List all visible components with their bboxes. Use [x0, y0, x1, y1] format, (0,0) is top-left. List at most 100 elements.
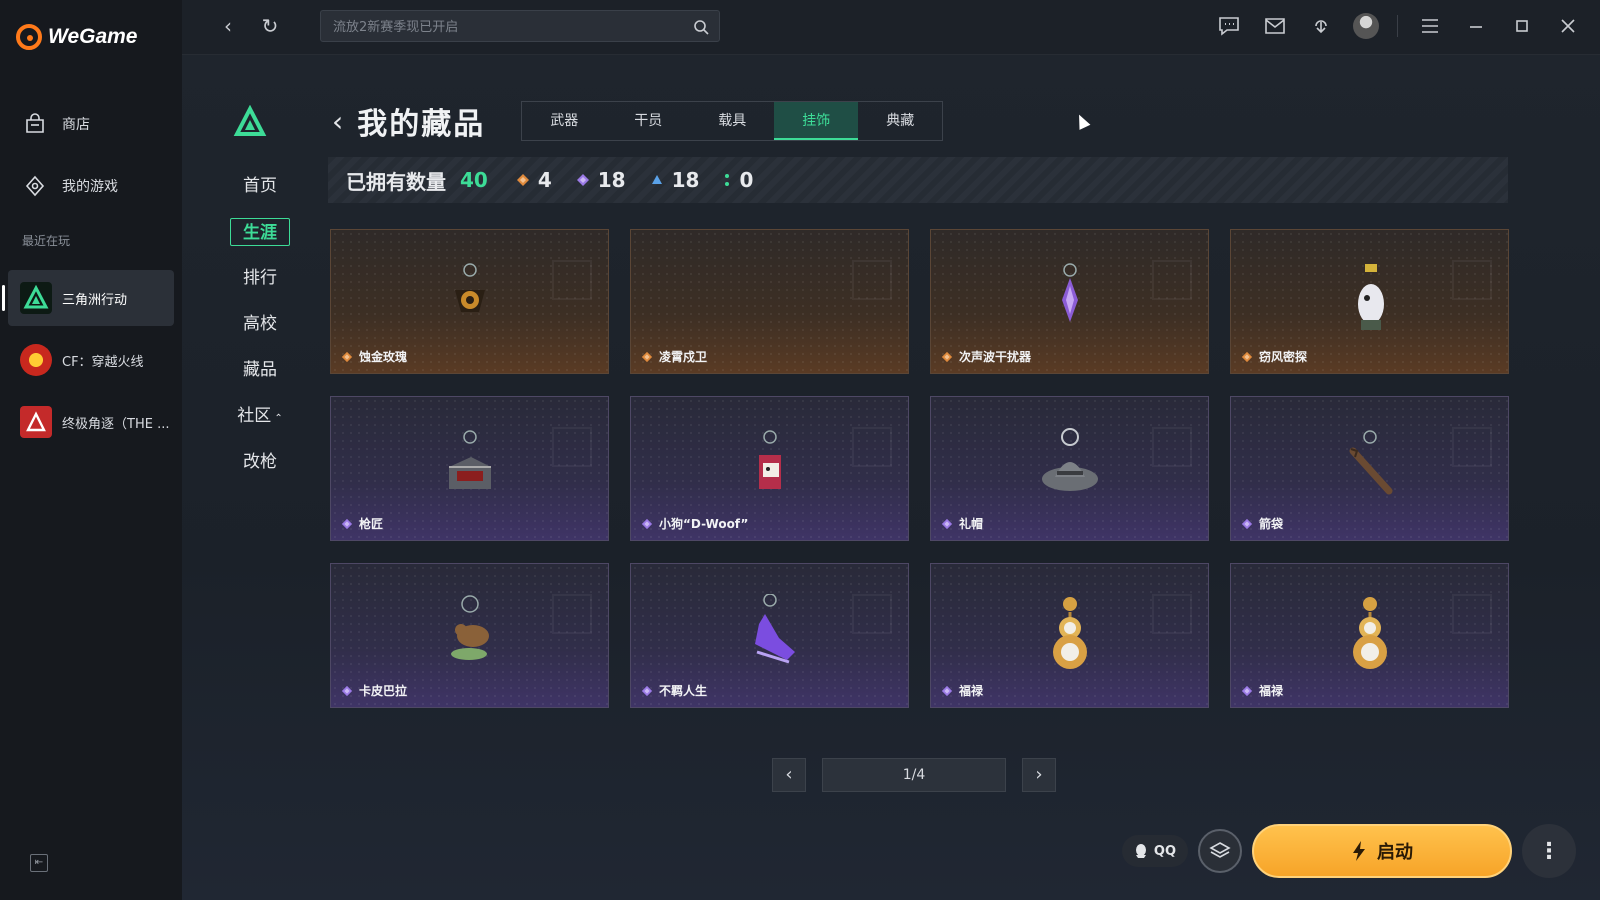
sidebar-item-store[interactable]: 商店 [0, 104, 182, 144]
qq-penguin-icon [1135, 844, 1146, 858]
charm-image [1352, 597, 1387, 669]
prev-page-button[interactable]: ‹ [772, 758, 806, 792]
subnav-home[interactable]: 首页 [230, 163, 290, 209]
collection-card[interactable]: 枪匠 [330, 396, 609, 541]
card-name-row: 箭袋 [1241, 515, 1283, 532]
the-finals-game-icon [20, 406, 52, 438]
collection-card[interactable]: 小狗“D-Woof” [630, 396, 909, 541]
qq-login-button[interactable]: QQ [1121, 835, 1188, 867]
green-rarity-icon [725, 174, 730, 186]
launch-bar: QQ 启动 ⋮ [1121, 824, 1576, 878]
collection-card[interactable]: 次声波干扰器 [930, 229, 1209, 374]
page-back-icon[interactable]: ‹ [332, 105, 343, 138]
card-name-row: 小狗“D-Woof” [641, 515, 748, 532]
chat-icon[interactable] [1215, 12, 1243, 40]
back-arrow-icon[interactable]: ‹ [216, 14, 240, 38]
launch-label: 启动 [1377, 842, 1413, 863]
card-name: 蚀金玫瑰 [359, 350, 408, 364]
owned-count-total: 40 [460, 168, 488, 192]
layers-icon [1209, 842, 1231, 858]
card-name: 福禄 [959, 684, 984, 698]
card-name-row: 蚀金玫瑰 [341, 348, 407, 365]
collection-card[interactable]: 箭袋 [1230, 396, 1509, 541]
collection-card[interactable]: 凌霄戍卫 [630, 229, 909, 374]
subnav-college[interactable]: 高校 [230, 301, 290, 347]
purple-rarity-icon [641, 685, 653, 696]
purple-rarity-icon [941, 685, 953, 696]
tab-charms[interactable]: 挂饰 [774, 102, 859, 140]
tab-vehicles[interactable]: 载具 [690, 102, 774, 140]
collection-card[interactable]: 不羁人生 [630, 563, 909, 708]
collection-card[interactable]: 福禄 [930, 563, 1209, 708]
close-icon[interactable] [1554, 12, 1582, 40]
recent-game-label: 三角洲行动 [62, 292, 128, 308]
collapse-sidebar-button[interactable]: ⇤ [30, 854, 48, 872]
collection-card[interactable]: 卡皮巴拉 [330, 563, 609, 708]
menu-icon[interactable] [1416, 12, 1444, 40]
purple-rarity-icon [641, 518, 653, 529]
subnav-gun-mod[interactable]: 改枪 [230, 439, 290, 485]
subnav-community[interactable]: 社区 ⌃ [230, 393, 290, 439]
sidebar-item-my-games[interactable]: 我的游戏 [0, 166, 182, 206]
recent-game-delta-force[interactable]: 三角洲行动 [2, 270, 174, 326]
card-name-row: 福禄 [1241, 682, 1283, 699]
owned-stats-bar: 已拥有数量 40 4 18 18 0 [328, 157, 1508, 203]
purple-rarity-icon [576, 174, 589, 186]
maximize-icon[interactable] [1508, 12, 1536, 40]
rarity-count-value: 18 [597, 168, 626, 192]
recent-game-the-finals[interactable]: 终极角逐（THE ... [8, 394, 174, 450]
card-name: 不羁人生 [659, 684, 708, 698]
subnav-ranking[interactable]: 排行 [230, 255, 290, 301]
collection-card[interactable]: 福禄 [1230, 563, 1509, 708]
card-name: 礼帽 [959, 517, 984, 531]
download-icon[interactable] [1307, 12, 1335, 40]
subnav-collection[interactable]: 藏品 [230, 347, 290, 393]
charm-image [754, 594, 795, 664]
game-switch-button[interactable] [1198, 829, 1242, 873]
purple-rarity-icon [1241, 518, 1253, 529]
tab-operators[interactable]: 干员 [606, 102, 690, 140]
game-sub-nav: 首页 生涯 排行 高校 藏品 社区 ⌃ 改枪 [230, 104, 310, 485]
card-name: 窃风密探 [1259, 350, 1308, 364]
recent-game-label: CF：穿越火线 [62, 354, 144, 370]
gold-rarity-icon [941, 351, 953, 362]
sidebar-item-label: 商店 [62, 117, 90, 133]
minimize-icon[interactable] [1462, 12, 1490, 40]
lightning-icon [1353, 841, 1365, 861]
main-content: 首页 生涯 排行 高校 藏品 社区 ⌃ 改枪 ‹ 我的藏品 武器 干员 载具 挂… [182, 55, 1600, 900]
charm-image [1041, 428, 1098, 491]
more-options-button[interactable]: ⋮ [1522, 824, 1576, 878]
recent-games-list: 三角洲行动 CF：穿越火线 终极角逐（THE ... [2, 270, 174, 456]
chevron-up-icon: ⌃ [271, 413, 283, 424]
rarity-count-value: 0 [739, 168, 754, 192]
collection-card[interactable]: 蚀金玫瑰 [330, 229, 609, 374]
subnav-career[interactable]: 生涯 [230, 218, 290, 246]
tab-weapons[interactable]: 武器 [522, 102, 606, 140]
card-name-row: 礼帽 [941, 515, 983, 532]
card-name: 枪匠 [359, 517, 384, 531]
collection-card[interactable]: 礼帽 [930, 396, 1209, 541]
refresh-icon[interactable]: ↻ [258, 14, 282, 38]
recent-game-crossfire[interactable]: CF：穿越火线 [8, 332, 174, 388]
card-name: 次声波干扰器 [959, 350, 1032, 364]
search-input[interactable] [321, 11, 675, 43]
gold-rarity-icon [341, 351, 353, 362]
collection-card[interactable]: 窃风密探 [1230, 229, 1509, 374]
purple-rarity-icon [941, 518, 953, 529]
mail-icon[interactable] [1261, 12, 1289, 40]
launch-game-button[interactable]: 启动 [1252, 824, 1512, 878]
owned-count-label: 已拥有数量 [346, 169, 446, 194]
blue-rarity-icon [651, 175, 662, 184]
user-avatar[interactable] [1353, 13, 1379, 39]
charm-image [758, 430, 781, 489]
card-name-row: 窃风密探 [1241, 348, 1307, 365]
top-right-icons [1215, 12, 1582, 40]
next-page-button[interactable]: › [1022, 758, 1056, 792]
wegame-logo[interactable]: WeGame [16, 24, 138, 50]
rarity-count-gold: 4 [516, 168, 552, 192]
search-icon[interactable] [693, 19, 709, 35]
tab-collector[interactable]: 典藏 [858, 102, 942, 140]
purple-rarity-icon [341, 518, 353, 529]
search-box [320, 10, 720, 43]
card-name-row: 凌霄戍卫 [641, 348, 707, 365]
